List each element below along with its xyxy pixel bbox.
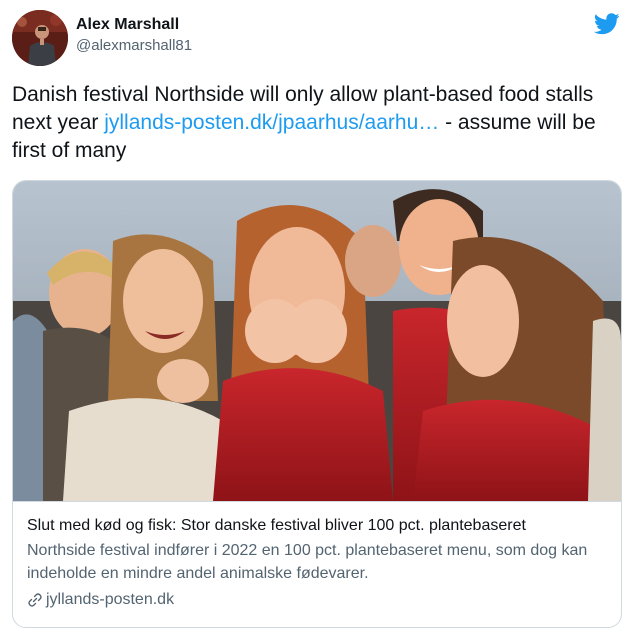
- twitter-bird-icon[interactable]: [594, 13, 620, 35]
- card-body[interactable]: Slut med kød og fisk: Stor danske festiv…: [13, 501, 621, 611]
- card-description: Northside festival indfører i 2022 en 10…: [27, 542, 588, 582]
- crowd-photo: [13, 181, 621, 501]
- handle[interactable]: @alexmarshall81: [76, 36, 192, 56]
- link-card[interactable]: Slut med kød og fisk: Stor danske festiv…: [12, 180, 622, 628]
- card-image[interactable]: [13, 181, 621, 501]
- link-icon: [28, 593, 42, 607]
- tweet[interactable]: Alex Marshall @alexmarshall81 Danish fes…: [0, 0, 636, 641]
- tweet-text: Danish festival Northside will only allo…: [12, 81, 624, 165]
- avatar-photo: [12, 10, 68, 66]
- tweet-header: Alex Marshall @alexmarshall81: [12, 10, 624, 68]
- tweet-link[interactable]: jyllands-posten.dk/jpaarhus/aarhu…: [104, 111, 439, 134]
- card-domain-text[interactable]: jyllands-posten.dk: [46, 589, 174, 611]
- avatar[interactable]: [12, 10, 68, 66]
- author-names[interactable]: Alex Marshall @alexmarshall81: [76, 15, 192, 56]
- display-name[interactable]: Alex Marshall: [76, 15, 192, 35]
- card-title[interactable]: Slut med kød og fisk: Stor danske festiv…: [27, 516, 607, 536]
- card-domain[interactable]: jyllands-posten.dk: [27, 589, 607, 611]
